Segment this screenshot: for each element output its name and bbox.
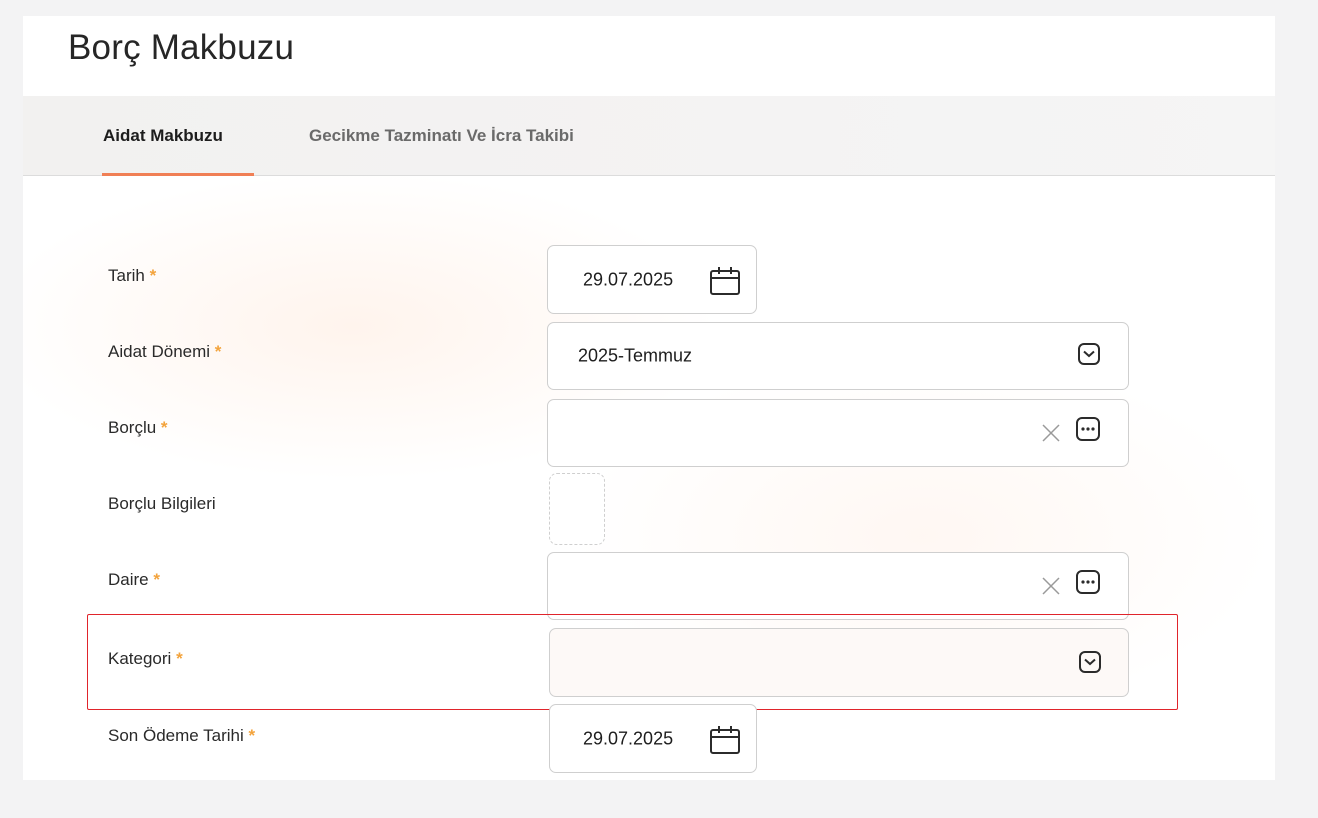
tab-aidat-makbuzu[interactable]: Aidat Makbuzu — [103, 126, 223, 146]
kategori-select[interactable] — [549, 628, 1129, 697]
page-title: Borç Makbuzu — [68, 28, 295, 67]
required-mark: * — [248, 726, 256, 745]
borclu-lookup-field[interactable] — [547, 399, 1129, 467]
tab-bar: Aidat Makbuzu Gecikme Tazminatı Ve İcra … — [23, 96, 1275, 176]
calendar-icon[interactable] — [708, 265, 742, 297]
chevron-down-icon[interactable] — [1079, 651, 1101, 673]
tab-gecikme-tazminati[interactable]: Gecikme Tazminatı Ve İcra Takibi — [309, 126, 574, 146]
tarih-label-text: Tarih — [108, 266, 145, 285]
aidat-donemi-label: Aidat Dönemi * — [108, 342, 221, 362]
more-options-icon[interactable] — [1076, 570, 1100, 594]
son-odeme-tarihi-label-text: Son Ödeme Tarihi — [108, 726, 244, 745]
required-mark: * — [176, 649, 183, 668]
tarih-value: 29.07.2025 — [583, 269, 674, 289]
borclu-bilgileri-label: Borçlu Bilgileri — [108, 494, 216, 513]
aidat-donemi-value: 2025-Temmuz — [578, 345, 693, 366]
required-mark: * — [214, 342, 222, 361]
son-odeme-tarihi-date-field[interactable]: 29.07.2025 — [549, 704, 757, 773]
clear-icon[interactable] — [1041, 576, 1061, 596]
tarih-date-field[interactable]: 29.07.2025 — [547, 245, 757, 314]
son-odeme-tarihi-value: 29.07.2025 — [583, 728, 674, 748]
kategori-label-text: Kategori — [108, 649, 172, 668]
tarih-label: Tarih * — [108, 266, 156, 286]
required-mark: * — [160, 418, 168, 437]
more-options-icon[interactable] — [1076, 417, 1100, 441]
daire-lookup-field[interactable] — [547, 552, 1129, 620]
kategori-label: Kategori * — [108, 649, 183, 669]
chevron-down-icon[interactable] — [1078, 343, 1100, 365]
calendar-icon[interactable] — [708, 724, 742, 756]
son-odeme-tarihi-label: Son Ödeme Tarihi * — [108, 726, 255, 746]
aidat-donemi-label-text: Aidat Dönemi — [108, 342, 211, 361]
daire-label: Daire * — [108, 570, 160, 590]
aidat-donemi-select[interactable]: 2025-Temmuz — [547, 322, 1129, 390]
daire-label-text: Daire — [108, 570, 149, 589]
title-bar: Borç Makbuzu — [23, 16, 1275, 96]
borc-makbuzu-panel: Borç Makbuzu Aidat Makbuzu Gecikme Tazmi… — [23, 16, 1275, 780]
form-area: Tarih * 29.07.2025 Aidat Dönemi * 2025-T… — [23, 176, 1275, 780]
borclu-label-text: Borçlu — [108, 418, 157, 437]
clear-icon[interactable] — [1041, 423, 1061, 443]
required-mark: * — [153, 570, 160, 589]
required-mark: * — [149, 266, 157, 285]
borclu-label: Borçlu * — [108, 418, 168, 438]
borclu-bilgileri-placeholder — [549, 473, 605, 545]
